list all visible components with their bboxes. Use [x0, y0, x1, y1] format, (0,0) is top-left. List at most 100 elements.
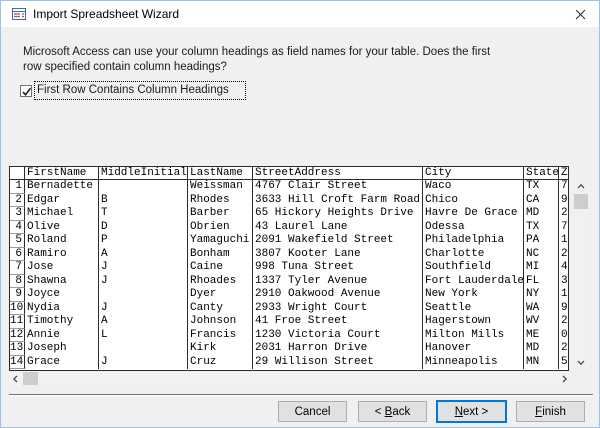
- column-header-middleinitial: MiddleInitial: [101, 167, 188, 179]
- table-cell: Fort Lauderdale: [425, 274, 524, 288]
- table-cell: 2091 Wakefield Street: [253, 234, 423, 248]
- table-row: 7 Jose J Caine 998 Tuna Street Southfield MI 4: [10, 261, 568, 275]
- table-cell: A: [99, 315, 188, 329]
- finish-button[interactable]: Finish: [516, 401, 585, 422]
- table-cell: ME: [524, 328, 559, 342]
- table-cell: J: [99, 261, 188, 275]
- table-cell: Milton Mills: [423, 328, 524, 342]
- table-row: 5 Roland P Yamaguchi 2091 Wakefield Street Ph…: [10, 234, 568, 248]
- table-cell: 5: [559, 356, 568, 370]
- grid-header-row: FirstName MiddleInitial LastName StreetAddr…: [10, 167, 568, 180]
- table-cell: 41 Froe Street: [253, 315, 423, 329]
- back-button[interactable]: < Back: [358, 401, 427, 422]
- horizontal-scrollbar[interactable]: [9, 372, 570, 385]
- row-number: 13: [10, 342, 25, 356]
- table-cell: Hanover: [423, 342, 524, 356]
- table-cell: [99, 180, 188, 194]
- table-row: 13 Joseph Kirk 2031 Harron Drive Hanover MD 2: [10, 342, 568, 356]
- table-cell: Grace: [25, 355, 99, 369]
- table-cell: Cruz: [188, 355, 253, 369]
- table-cell: WV: [524, 315, 559, 329]
- table-cell: MI: [524, 261, 559, 275]
- table-cell: 4767 Clair Street: [253, 180, 423, 194]
- column-header-streetaddress: StreetAddress: [253, 167, 423, 179]
- table-cell: 2: [559, 248, 568, 262]
- cancel-label: Cancel: [294, 405, 331, 418]
- row-number: 1: [10, 180, 25, 194]
- checkmark-icon: [22, 87, 32, 96]
- table-cell: Annie: [25, 328, 99, 342]
- table-cell: Waco: [423, 180, 524, 194]
- table-cell: 7: [559, 221, 568, 235]
- table-cell: Weissman: [188, 180, 253, 194]
- table-cell: PA: [524, 234, 559, 248]
- table-cell: 43 Laurel Lane: [253, 220, 423, 234]
- table-cell: Seattle: [423, 301, 524, 315]
- table-cell: [99, 288, 188, 302]
- table-row: 12 Annie L Francis 1230 Victoria Court Milton…: [10, 328, 568, 342]
- close-button[interactable]: [561, 1, 599, 27]
- table-cell: A: [99, 247, 188, 261]
- table-cell: Minneapolis: [423, 355, 524, 369]
- table-cell: P: [99, 234, 188, 248]
- table-cell: 9: [559, 194, 568, 208]
- table-cell: Hagerstown: [423, 315, 524, 329]
- wizard-app-icon: [11, 6, 27, 22]
- row-number: 3: [10, 207, 25, 221]
- table-cell: Bonham: [188, 247, 253, 261]
- table-cell: WA: [524, 301, 559, 315]
- table-cell: CA: [524, 193, 559, 207]
- row-number: 14: [10, 355, 25, 369]
- table-cell: 29 Willison Street: [253, 355, 423, 369]
- scroll-left-icon[interactable]: [9, 372, 22, 385]
- table-cell: D: [99, 220, 188, 234]
- table-cell: Havre De Grace: [423, 207, 524, 221]
- table-cell: 3807 Kooter Lane: [253, 247, 423, 261]
- table-cell: Yamaguchi: [188, 234, 253, 248]
- next-button[interactable]: Next >: [436, 400, 507, 423]
- table-cell: Odessa: [423, 220, 524, 234]
- table-cell: 1: [559, 288, 568, 302]
- table-cell: NY: [524, 288, 559, 302]
- table-cell: TX: [524, 180, 559, 194]
- scroll-down-icon[interactable]: [574, 355, 588, 368]
- button-separator: [9, 394, 593, 396]
- horizontal-scroll-thumb[interactable]: [23, 372, 38, 385]
- back-label: < Back: [374, 405, 411, 418]
- table-cell: 998 Tuna Street: [253, 261, 423, 275]
- vertical-scrollbar[interactable]: [574, 180, 588, 368]
- table-cell: L: [99, 328, 188, 342]
- table-cell: 2910 Oakwood Avenue: [253, 288, 423, 302]
- scroll-up-icon[interactable]: [574, 180, 588, 193]
- column-header-state: State: [526, 167, 559, 179]
- first-row-headings-label[interactable]: First Row Contains Column Headings: [34, 81, 246, 100]
- row-number: 2: [10, 193, 25, 207]
- table-row: 1 Bernadette Weissman 4767 Clair Street Waco…: [10, 180, 568, 194]
- table-cell: MD: [524, 207, 559, 221]
- row-number: 7: [10, 261, 25, 275]
- table-cell: Chico: [423, 193, 524, 207]
- table-cell: 3633 Hill Croft Farm Road: [253, 193, 423, 207]
- table-row: 9 Joyce Dyer 2910 Oakwood Avenue New York NY 1: [10, 288, 568, 302]
- table-cell: B: [99, 193, 188, 207]
- table-cell: 2933 Wright Court: [253, 301, 423, 315]
- scroll-right-icon[interactable]: [557, 372, 570, 385]
- row-number: 11: [10, 315, 25, 329]
- table-cell: Rhodes: [188, 193, 253, 207]
- table-cell: Caine: [188, 261, 253, 275]
- table-cell: 1337 Tyler Avenue: [253, 274, 423, 288]
- first-row-headings-checkbox[interactable]: [20, 85, 32, 97]
- table-cell: MN: [524, 355, 559, 369]
- title-bar: Import Spreadsheet Wizard: [1, 1, 599, 27]
- table-cell: Barber: [188, 207, 253, 221]
- row-number: 6: [10, 247, 25, 261]
- table-cell: Ramiro: [25, 247, 99, 261]
- vertical-scroll-thumb[interactable]: [574, 194, 588, 209]
- table-cell: Obrien: [188, 220, 253, 234]
- table-cell: NC: [524, 247, 559, 261]
- column-header-city: City: [423, 167, 524, 179]
- table-cell: Jose: [25, 261, 99, 275]
- cancel-button[interactable]: Cancel: [278, 401, 347, 422]
- row-number: 4: [10, 220, 25, 234]
- table-cell: 9: [559, 302, 568, 316]
